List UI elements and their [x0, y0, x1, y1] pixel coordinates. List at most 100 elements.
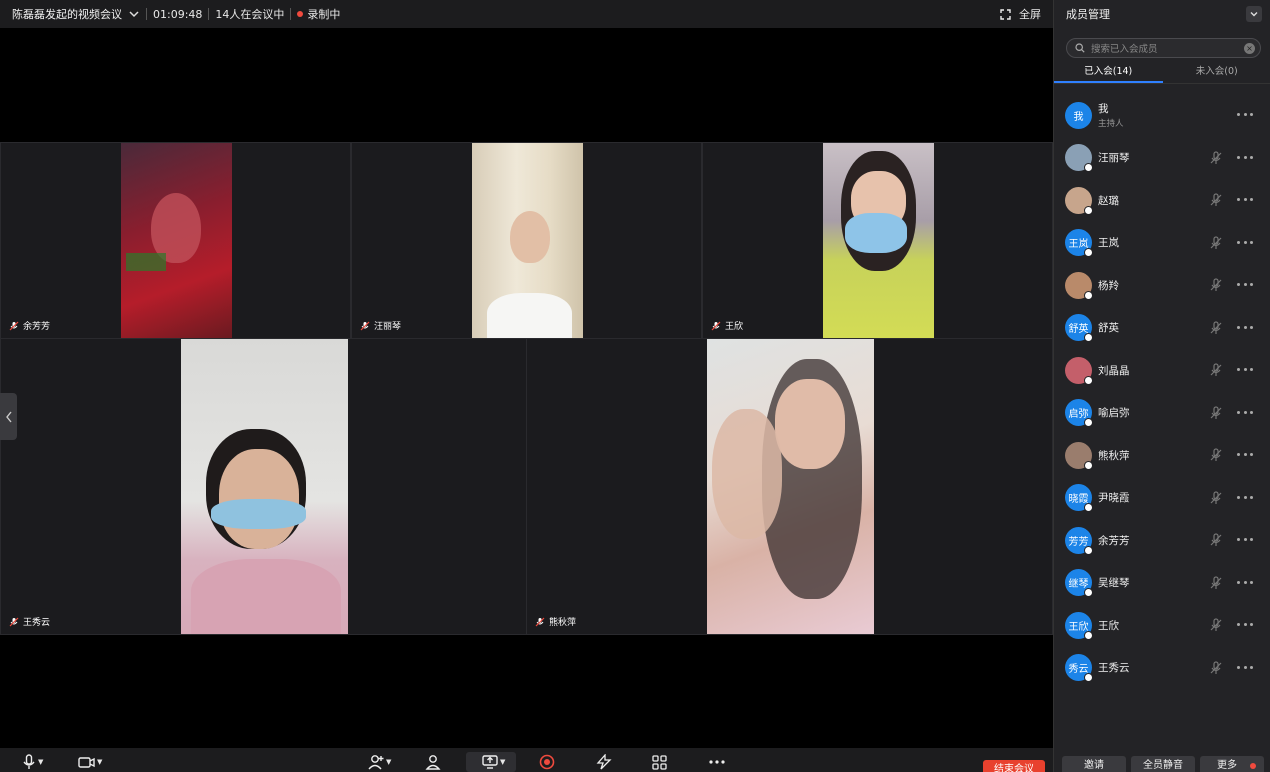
avatar: 继琴: [1065, 569, 1093, 598]
member-row[interactable]: 汪丽琴: [1054, 137, 1270, 180]
video-tile[interactable]: 王秀云: [0, 338, 527, 635]
share-screen-button[interactable]: ▼: [466, 752, 516, 772]
member-search-input[interactable]: 搜索已入会成员 ×: [1066, 38, 1261, 58]
member-name: 杨羚: [1098, 279, 1119, 292]
member-row[interactable]: 王岚 王岚: [1054, 222, 1270, 265]
fullscreen-icon: [1000, 8, 1011, 20]
collapse-arrow-button[interactable]: [0, 393, 17, 440]
member-row[interactable]: 杨羚: [1054, 264, 1270, 307]
member-more-icon[interactable]: [1237, 623, 1253, 627]
fullscreen-button[interactable]: 全屏: [1000, 6, 1041, 22]
end-meeting-button[interactable]: 结束会议: [983, 760, 1045, 772]
video-tile[interactable]: 汪丽琴: [351, 142, 702, 339]
member-row[interactable]: 赵璐: [1054, 179, 1270, 222]
member-more-icon[interactable]: [1237, 283, 1253, 287]
participant-name: 王秀云: [23, 618, 51, 628]
mic-muted-icon[interactable]: [1209, 193, 1223, 207]
member-info: 吴继琴: [1098, 575, 1130, 590]
member-row[interactable]: 刘晶晶: [1054, 349, 1270, 392]
member-row[interactable]: 我我主持人: [1054, 94, 1270, 137]
member-more-icon[interactable]: [1237, 325, 1253, 330]
member-row[interactable]: 舒英 舒英: [1054, 307, 1270, 350]
mic-muted-icon[interactable]: [1209, 448, 1223, 462]
caret-down-icon: ▼: [386, 758, 392, 766]
member-more-icon[interactable]: [1237, 198, 1253, 202]
mic-muted-icon[interactable]: [1209, 660, 1223, 675]
mic-muted-icon[interactable]: [1209, 278, 1223, 292]
video-stage: 余芳芳 汪丽琴 王欣 王秀云 熊秋萍: [0, 28, 1053, 748]
member-info: 赵璐: [1098, 193, 1119, 208]
tab-not-joined[interactable]: 未入会(0): [1163, 62, 1270, 83]
mic-muted-icon[interactable]: [1209, 533, 1223, 547]
member-row[interactable]: 继琴 吴继琴: [1054, 562, 1270, 605]
clear-search-icon[interactable]: ×: [1244, 43, 1255, 54]
avatar: [1065, 441, 1093, 470]
device-badge-icon: [1084, 290, 1093, 300]
member-name: 我: [1098, 103, 1109, 116]
meeting-duration: 01:09:48: [153, 7, 203, 21]
panel-collapse-button[interactable]: [1246, 6, 1262, 22]
video-tile[interactable]: 熊秋萍: [526, 338, 1053, 635]
video-tile[interactable]: 余芳芳: [0, 142, 351, 339]
mic-muted-icon[interactable]: [1209, 363, 1223, 377]
device-badge-icon: [1084, 630, 1093, 640]
search-placeholder: 搜索已入会成员: [1091, 44, 1158, 55]
avatar: [1065, 271, 1093, 300]
member-more-icon[interactable]: [1237, 580, 1253, 585]
microphone-icon: [23, 754, 35, 769]
camera-button[interactable]: ▼: [78, 752, 102, 772]
member-row[interactable]: 秀云 王秀云: [1054, 647, 1270, 690]
participant-video: [121, 143, 232, 338]
participant-video: [181, 339, 348, 634]
members-button[interactable]: [425, 752, 441, 772]
apps-button[interactable]: [652, 752, 667, 772]
notification-dot: [1250, 763, 1256, 769]
invite-button[interactable]: 邀请: [1062, 756, 1126, 772]
divider: [290, 8, 292, 20]
lightning-icon: [596, 754, 612, 770]
mic-muted-icon[interactable]: [1209, 575, 1223, 590]
mic-muted-icon[interactable]: [1209, 150, 1223, 165]
more-horizontal-icon: [709, 760, 725, 764]
member-more-icon[interactable]: [1237, 453, 1253, 457]
member-name: 刘晶晶: [1098, 364, 1130, 377]
mic-muted-icon[interactable]: [1209, 490, 1223, 505]
member-row[interactable]: 熊秋萍: [1054, 434, 1270, 477]
member-row[interactable]: 启弥 喻启弥: [1054, 392, 1270, 435]
member-info: 汪丽琴: [1098, 150, 1130, 165]
member-more-icon[interactable]: [1237, 665, 1253, 670]
microphone-button[interactable]: ▼: [22, 752, 43, 772]
more-options-button[interactable]: [708, 752, 726, 772]
member-row[interactable]: 王欣 王欣: [1054, 604, 1270, 647]
mic-muted-icon[interactable]: [1209, 235, 1223, 250]
member-row[interactable]: 晓霞 尹晓霞: [1054, 477, 1270, 520]
tab-joined[interactable]: 已入会(14): [1054, 62, 1163, 83]
member-info: 我主持人: [1098, 101, 1124, 129]
mic-muted-icon[interactable]: [1209, 618, 1223, 632]
member-more-icon[interactable]: [1237, 240, 1253, 245]
effects-button[interactable]: [595, 752, 613, 772]
meeting-title-dropdown[interactable]: 陈磊磊发起的视频会议: [0, 6, 140, 22]
member-management-panel: 成员管理 搜索已入会成员 × 已入会(14) 未入会(0) 我我主持人汪丽琴赵璐…: [1053, 0, 1270, 772]
member-more-icon[interactable]: [1237, 410, 1253, 415]
member-row[interactable]: 芳芳 余芳芳: [1054, 519, 1270, 562]
record-button[interactable]: [539, 752, 555, 772]
member-name: 舒英: [1098, 322, 1119, 335]
device-badge-icon: [1084, 205, 1093, 215]
chevron-down-icon: [129, 11, 139, 18]
participant-name: 汪丽琴: [374, 322, 402, 332]
invite-member-button[interactable]: ▼: [368, 752, 391, 772]
mic-muted-icon[interactable]: [1209, 320, 1223, 335]
mute-all-button[interactable]: 全员静音: [1131, 756, 1195, 772]
video-tile[interactable]: 王欣: [702, 142, 1053, 339]
mic-muted-icon: [9, 321, 19, 330]
avatar: 王欣: [1065, 611, 1093, 640]
member-more-icon[interactable]: [1237, 538, 1253, 542]
divider: [208, 8, 210, 20]
mic-muted-icon[interactable]: [1209, 405, 1223, 420]
member-more-icon[interactable]: [1237, 155, 1253, 160]
member-more-icon[interactable]: [1237, 113, 1253, 117]
panel-header: 成员管理: [1054, 0, 1270, 28]
member-more-icon[interactable]: [1237, 368, 1253, 372]
member-more-icon[interactable]: [1237, 495, 1253, 500]
